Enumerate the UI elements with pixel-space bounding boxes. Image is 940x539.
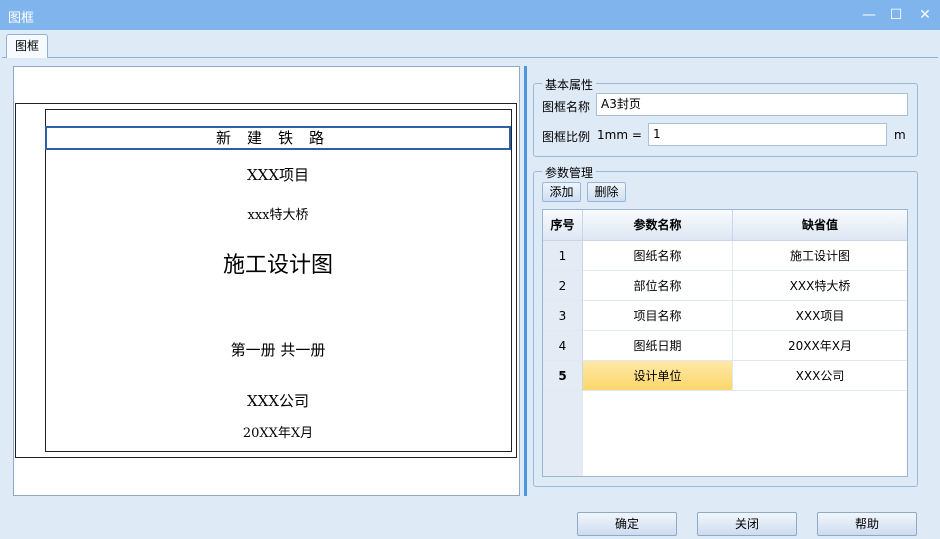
preview-project: XXX项目 bbox=[246, 166, 310, 184]
param-default-cell[interactable]: XXX公司 bbox=[733, 361, 907, 391]
preview-date: 20XX年X月 bbox=[242, 426, 314, 441]
splitter-handle[interactable] bbox=[524, 66, 527, 496]
close-button[interactable]: 关闭 bbox=[697, 512, 797, 536]
basic-properties-legend: 基本属性 bbox=[542, 76, 597, 93]
param-default-cell[interactable]: 20XX年X月 bbox=[733, 331, 907, 361]
minimize-icon[interactable]: — bbox=[856, 4, 882, 26]
row-number[interactable]: 2 bbox=[543, 271, 583, 301]
frame-scale-prefix: 1mm = bbox=[597, 128, 642, 142]
close-icon[interactable]: ✕ bbox=[912, 4, 938, 26]
param-name-cell-selected[interactable]: 设计单位 bbox=[583, 361, 733, 391]
param-default-cell[interactable]: XXX特大桥 bbox=[733, 271, 907, 301]
tab-frame[interactable]: 图框 bbox=[6, 34, 48, 58]
title-bar: 图框 — ☐ ✕ bbox=[0, 0, 940, 30]
param-name-cell[interactable]: 图纸名称 bbox=[583, 241, 733, 271]
param-default-cell[interactable]: XXX项目 bbox=[733, 301, 907, 331]
column-header-default[interactable]: 缺省值 bbox=[733, 210, 907, 241]
param-name-cell[interactable]: 部位名称 bbox=[583, 271, 733, 301]
preview-volume: 第一册 共一册 bbox=[230, 341, 326, 359]
frame-scale-label: 图框比例 bbox=[542, 130, 591, 144]
row-number[interactable]: 4 bbox=[543, 331, 583, 361]
row-number-selected[interactable]: 5 bbox=[543, 361, 583, 391]
preview-header[interactable]: 新建铁路 bbox=[45, 126, 511, 150]
row-number[interactable]: 1 bbox=[543, 241, 583, 271]
frame-scale-unit: m bbox=[894, 128, 906, 142]
param-name-cell[interactable]: 图纸日期 bbox=[583, 331, 733, 361]
frame-name-input[interactable]: A3封页 bbox=[596, 93, 908, 116]
delete-param-button[interactable]: 删除 bbox=[587, 182, 626, 202]
maximize-icon[interactable]: ☐ bbox=[883, 4, 909, 26]
column-header-no[interactable]: 序号 bbox=[543, 210, 583, 241]
param-name-cell[interactable]: 项目名称 bbox=[583, 301, 733, 331]
params-legend: 参数管理 bbox=[542, 164, 597, 181]
preview-drawing-title: 施工设计图 bbox=[222, 253, 333, 278]
preview-company: XXX公司 bbox=[246, 392, 310, 410]
column-header-name[interactable]: 参数名称 bbox=[583, 210, 733, 241]
frame-scale-input[interactable]: 1 bbox=[648, 123, 887, 146]
preview-bridge: xxx特大桥 bbox=[247, 208, 309, 223]
row-number[interactable]: 3 bbox=[543, 301, 583, 331]
params-table[interactable]: 序号 参数名称 缺省值 1 图纸名称 施工设计图 2 部位名称 XXX特大桥 3… bbox=[542, 209, 908, 477]
param-default-cell[interactable]: 施工设计图 bbox=[733, 241, 907, 271]
window-title: 图框 bbox=[8, 11, 35, 26]
ok-button[interactable]: 确定 bbox=[577, 512, 677, 536]
add-param-button[interactable]: 添加 bbox=[542, 182, 581, 202]
help-button[interactable]: 帮助 bbox=[817, 512, 917, 536]
frame-name-label: 图框名称 bbox=[542, 100, 591, 114]
